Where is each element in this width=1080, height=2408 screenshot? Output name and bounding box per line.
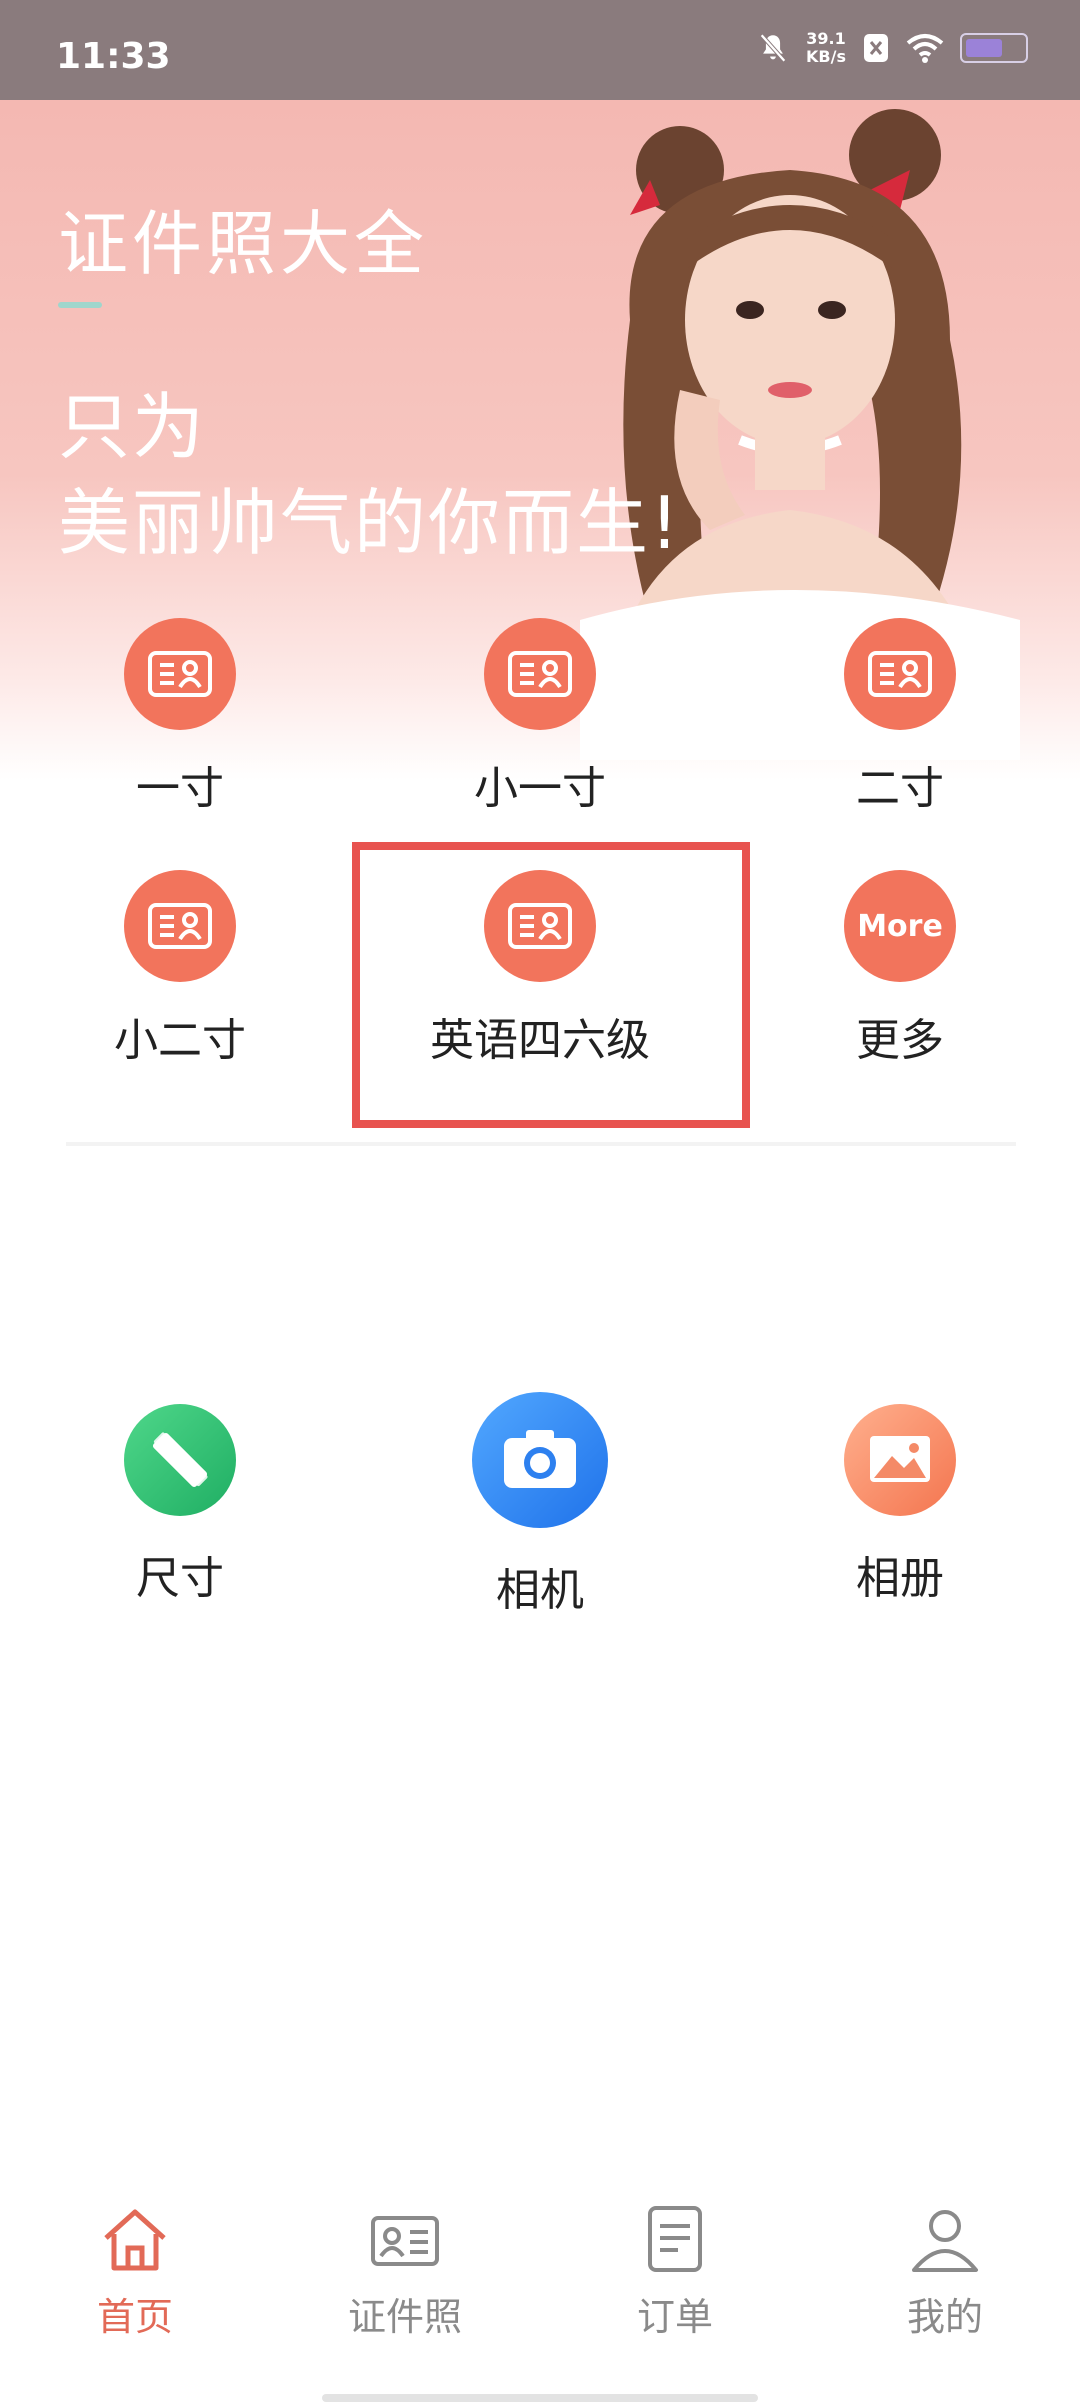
hero-title-underline	[58, 302, 102, 308]
tool-label: 相册	[856, 1553, 944, 1604]
hero-slogan-line1: 只为	[58, 385, 207, 469]
nav-label: 订单	[636, 2295, 713, 2339]
type-label: 更多	[856, 1015, 944, 1066]
tool-gallery-button[interactable]: 相册	[770, 1402, 1030, 1606]
nav-orders[interactable]: 订单	[575, 2202, 775, 2341]
hero-title: 证件照大全	[58, 203, 428, 285]
home-icon	[104, 2209, 166, 2271]
status-time: 11:33	[56, 36, 171, 77]
gallery-icon	[844, 1404, 956, 1516]
camera-icon	[472, 1392, 608, 1528]
nav-label: 我的	[906, 2295, 983, 2339]
network-speed: 39.1 KB/s	[806, 29, 846, 66]
tool-label: 相机	[496, 1565, 584, 1616]
section-divider	[66, 1142, 1016, 1146]
bottom-nav: 首页 证件照 订单 我的	[0, 2180, 1080, 2360]
type-one-inch[interactable]: 一寸	[30, 618, 330, 816]
nav-home[interactable]: 首页	[35, 2202, 235, 2341]
notification-x-icon	[864, 34, 888, 62]
type-more[interactable]: More 更多	[750, 870, 1050, 1068]
mute-bell-icon	[760, 33, 786, 63]
type-label: 小一寸	[474, 763, 606, 814]
type-small-two-inch[interactable]: 小二寸	[30, 870, 330, 1068]
order-icon	[648, 2206, 702, 2272]
status-bar: 11:33 39.1 KB/s	[0, 0, 1080, 100]
home-indicator[interactable]	[322, 2394, 758, 2402]
nav-id-photo[interactable]: 证件照	[305, 2202, 505, 2341]
id-card-icon	[484, 618, 596, 730]
id-card-icon	[371, 2216, 439, 2266]
battery-icon	[960, 33, 1028, 63]
selection-highlight-box	[352, 842, 750, 1128]
type-label: 一寸	[136, 763, 224, 814]
nav-profile[interactable]: 我的	[845, 2202, 1045, 2341]
tool-camera-button[interactable]: 相机	[410, 1390, 670, 1618]
nav-label: 证件照	[347, 2295, 462, 2339]
status-icons: 39.1 KB/s	[756, 30, 1028, 66]
type-small-one-inch[interactable]: 小一寸	[390, 618, 690, 816]
user-icon	[912, 2210, 978, 2272]
type-two-inch[interactable]: 二寸	[750, 618, 1050, 816]
type-label: 二寸	[856, 763, 944, 814]
more-icon: More	[844, 870, 956, 982]
id-card-icon	[124, 618, 236, 730]
nav-label: 首页	[96, 2295, 173, 2339]
ruler-pencil-icon	[124, 1404, 236, 1516]
id-card-icon	[844, 618, 956, 730]
hero-slogan-line2: 美丽帅气的你而生!	[58, 481, 681, 565]
id-card-icon	[124, 870, 236, 982]
tool-label: 尺寸	[136, 1553, 224, 1604]
type-label: 小二寸	[114, 1015, 246, 1066]
tool-size-button[interactable]: 尺寸	[50, 1402, 310, 1606]
wifi-icon	[906, 34, 944, 63]
